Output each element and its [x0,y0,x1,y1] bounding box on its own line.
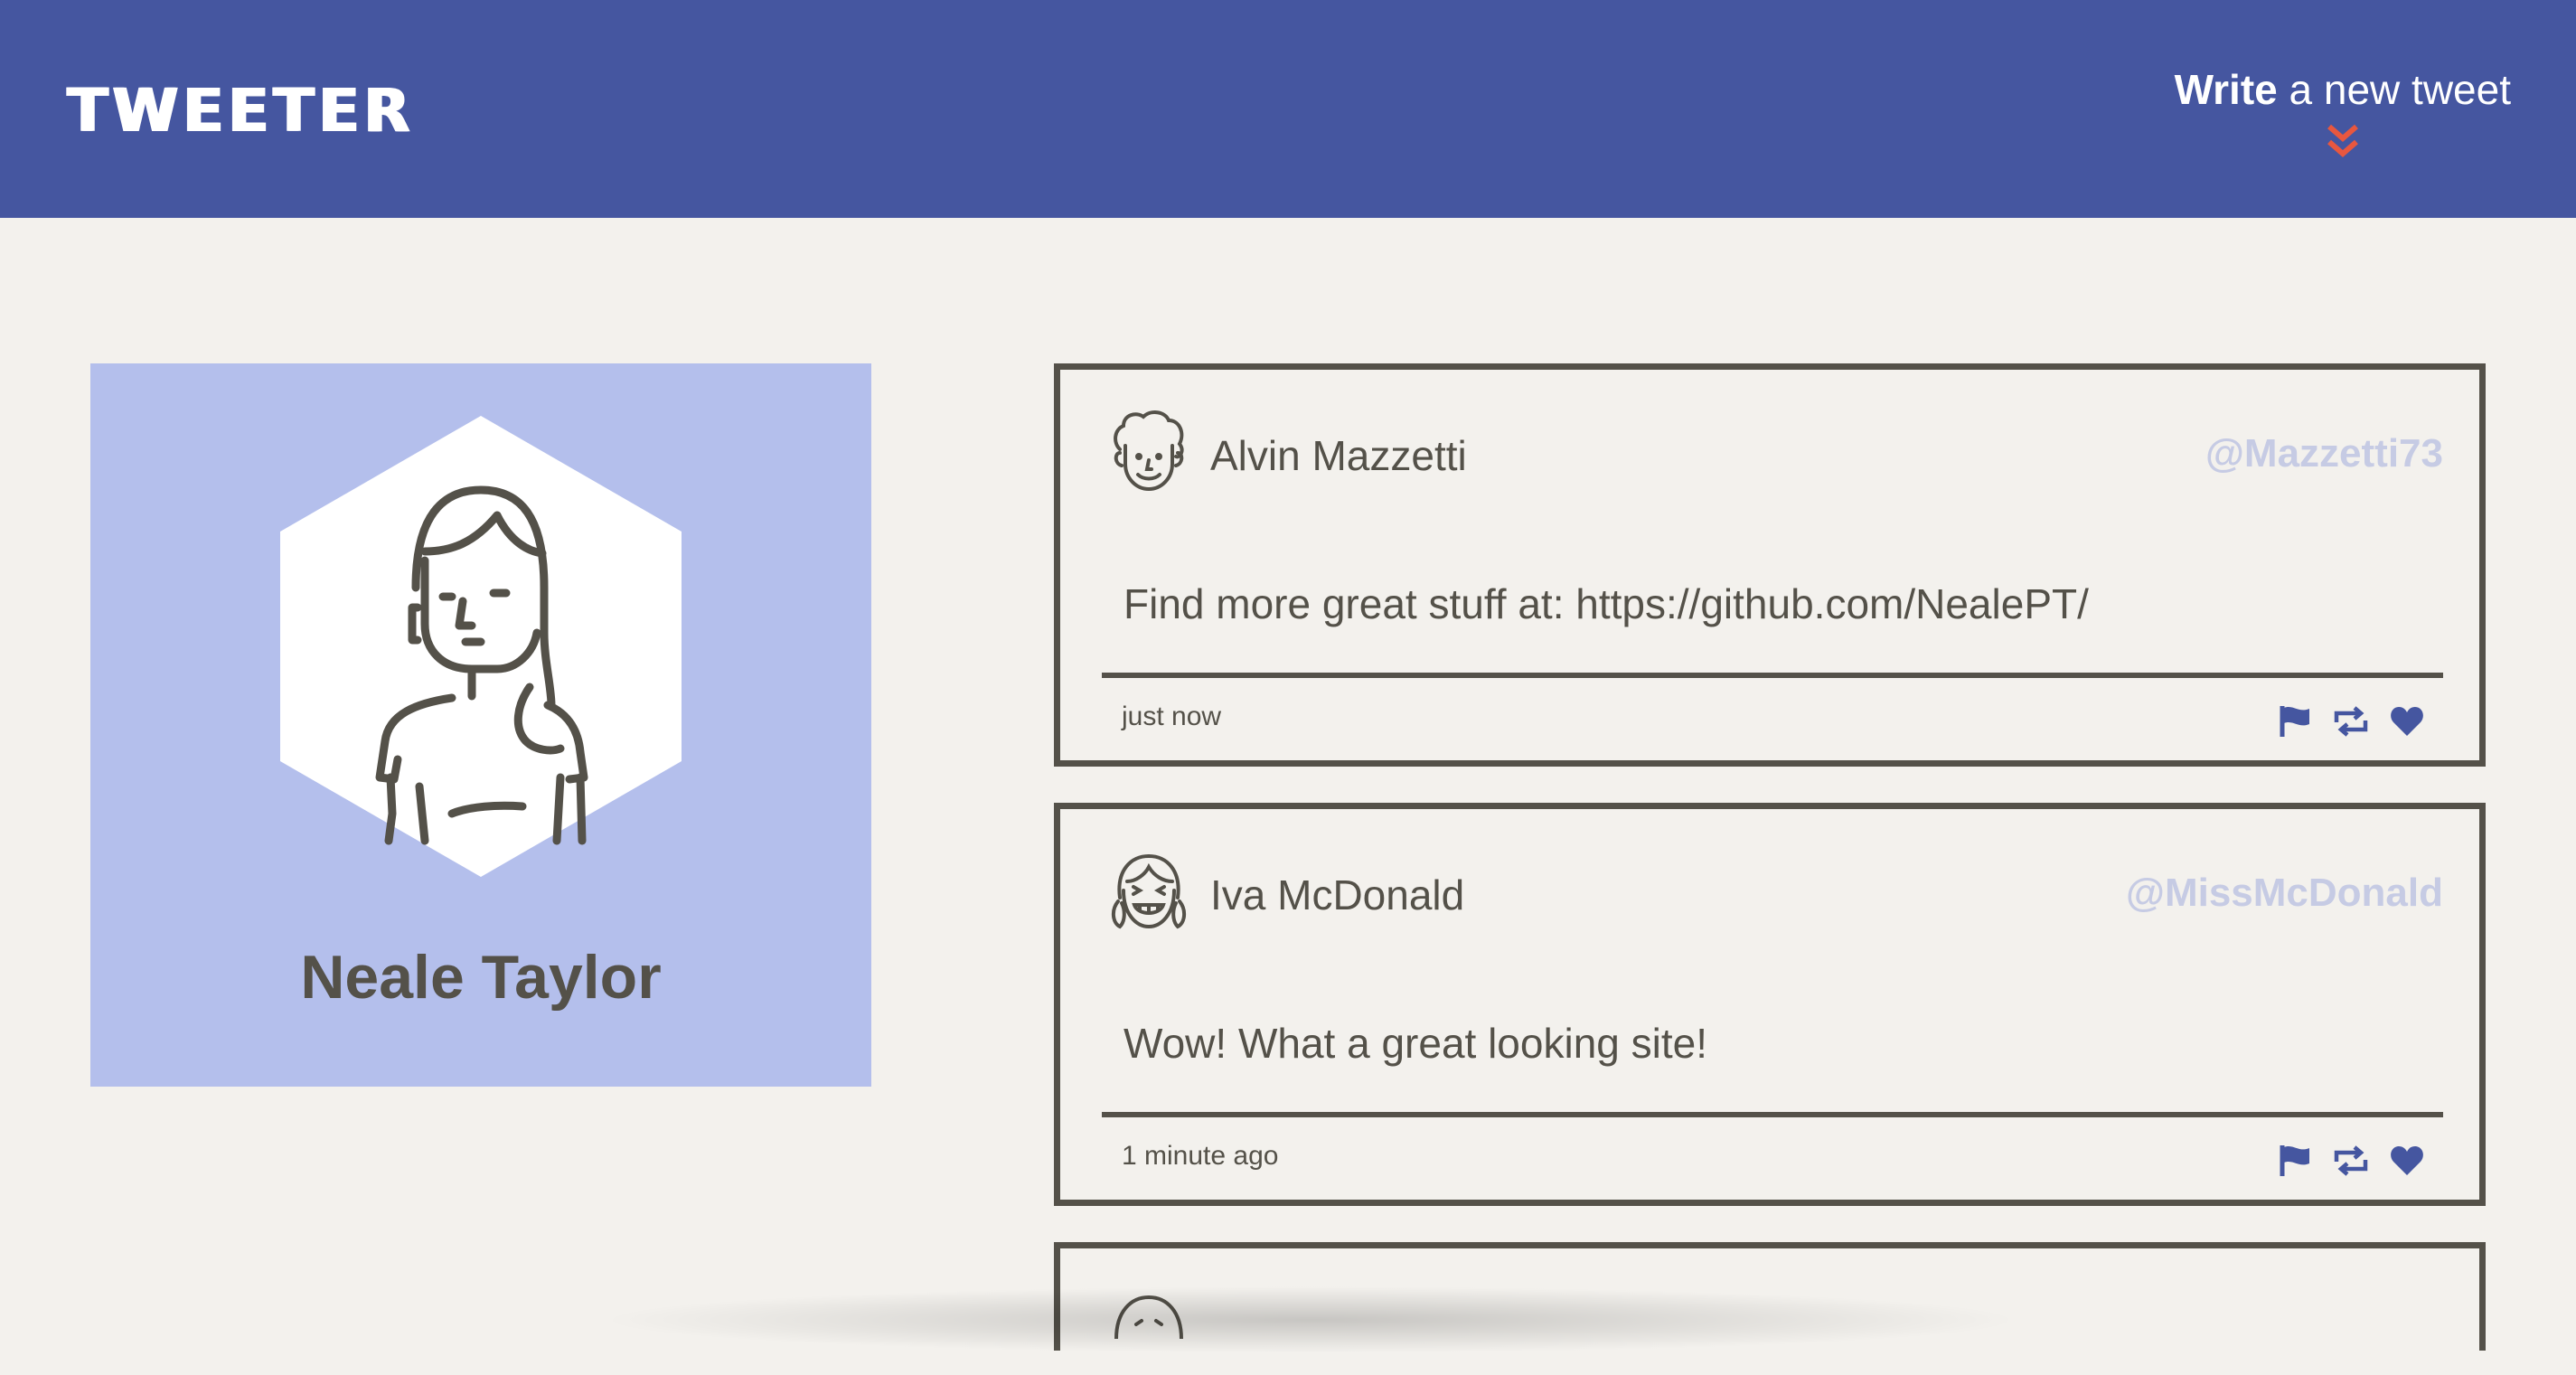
write-tweet-button[interactable]: Write a new tweet [2175,65,2511,161]
tweet-handle[interactable]: @MissMcDonald [2126,871,2443,916]
heart-icon[interactable] [2389,704,2425,739]
tweet-card-partial [1054,1242,2486,1351]
retweet-icon[interactable] [2333,704,2369,739]
profile-card: Neale Taylor [90,363,871,1087]
tweet-timestamp: just now [1122,702,1222,731]
top-nav: TWEETER Write a new tweet [0,0,2576,218]
logo[interactable]: TWEETER [67,76,414,146]
tweet-card: Iva McDonald @MissMcDonald Wow! What a g… [1054,803,2486,1206]
tweet-author: Alvin Mazzetti [1210,432,1467,479]
tweet-card: Alvin Mazzetti @Mazzetti73 Find more gre… [1054,363,2486,767]
compose-strong-label: Write [2174,66,2278,113]
tweet-actions [2277,1144,2425,1178]
tweet-divider [1102,673,2443,678]
woman-avatar-icon [280,416,682,877]
flag-icon[interactable] [2277,704,2313,739]
profile-name: Neale Taylor [300,943,662,1012]
tweet-content: Find more great stuff at: https://github… [1123,580,2089,627]
double-chevron-down-icon[interactable] [2326,123,2360,161]
flag-icon[interactable] [2277,1144,2313,1178]
pigtails-girl-avatar-icon [1112,853,1186,929]
tweet-author: Iva McDonald [1210,871,1465,918]
tweet-timestamp: 1 minute ago [1122,1141,1279,1171]
heart-icon[interactable] [2389,1144,2425,1178]
tweet-content: Wow! What a great looking site! [1123,1020,1707,1067]
tweet-divider [1102,1112,2443,1117]
retweet-icon[interactable] [2333,1144,2369,1178]
curly-hair-man-avatar-icon [1114,410,1184,492]
compose-rest-label: a new tweet [2277,66,2512,113]
avatar-icon [1114,1295,1183,1340]
tweet-handle[interactable]: @Mazzetti73 [2205,431,2443,476]
tweet-actions [2277,704,2425,739]
